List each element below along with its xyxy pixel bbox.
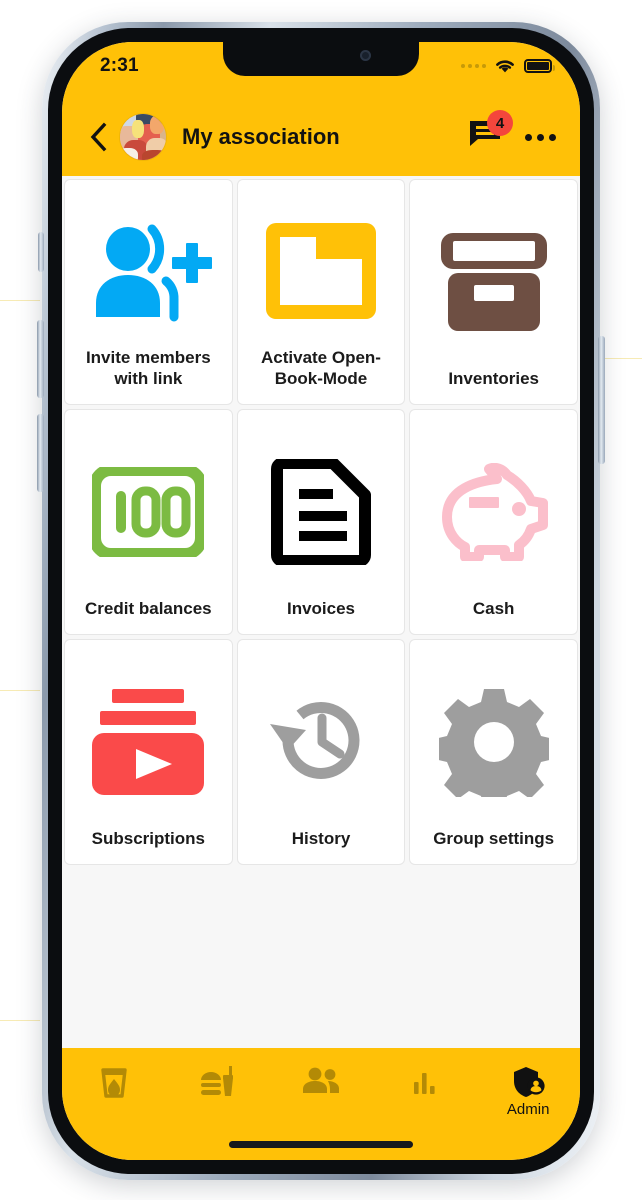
shield-person-icon — [514, 1067, 545, 1097]
tile-label: Cash — [472, 599, 515, 619]
tile-label: Inventories — [448, 369, 540, 389]
tile-inventories[interactable]: Inventories — [409, 179, 578, 405]
fast-food-icon — [201, 1066, 234, 1096]
nav-item-drinks[interactable] — [71, 1066, 157, 1103]
screenshot-stage: 2:31 My association 4 Invite members wit… — [0, 0, 642, 1200]
guide-line-right — [600, 358, 642, 359]
tile-invoices[interactable]: Invoices — [236, 409, 406, 635]
chat-button[interactable]: 4 — [468, 110, 513, 156]
power-button[interactable] — [598, 336, 605, 464]
volume-down-button[interactable] — [37, 414, 44, 492]
phone-screen: 2:31 My association 4 Invite members wit… — [62, 42, 580, 1160]
document-lines-icon — [246, 426, 397, 598]
guide-line-low — [0, 1020, 40, 1021]
tile-invite-members[interactable]: Invite members with link — [64, 179, 233, 405]
gear-icon — [418, 656, 569, 828]
page-title: My association — [182, 124, 340, 149]
tile-credit-balances[interactable]: Credit balances — [64, 409, 233, 635]
bar-chart-icon — [413, 1073, 435, 1094]
archive-box-icon — [418, 196, 569, 368]
tile-label: Invoices — [286, 599, 356, 619]
tile-subscriptions[interactable]: Subscriptions — [64, 639, 233, 865]
nav-item-admin[interactable]: Admin — [485, 1066, 571, 1118]
people-icon — [302, 1067, 339, 1093]
tile-history[interactable]: History — [236, 639, 406, 865]
status-indicators — [461, 58, 555, 74]
display-notch — [223, 42, 419, 76]
status-bar: 2:31 — [62, 42, 580, 98]
tile-label: History — [291, 829, 351, 849]
more-horizontal-icon — [524, 133, 532, 141]
main-content: Invite members with link Activate Open-B… — [62, 176, 580, 1048]
volume-up-button[interactable] — [37, 320, 44, 398]
overflow-menu-button[interactable] — [522, 119, 558, 155]
open-folder-icon — [246, 196, 397, 347]
tile-open-book-mode[interactable]: Activate Open-Book-Mode — [236, 179, 406, 405]
wifi-icon — [496, 60, 514, 73]
nav-item-food[interactable] — [174, 1066, 260, 1103]
guide-line-top — [0, 300, 40, 301]
avatar[interactable] — [120, 114, 166, 160]
front-camera-icon — [360, 50, 371, 61]
bottom-navigation: Admin — [62, 1048, 580, 1160]
tile-label: Subscriptions — [91, 829, 205, 849]
signal-dots-icon — [461, 64, 486, 68]
guide-line-mid — [0, 690, 40, 691]
status-clock: 2:31 — [100, 55, 139, 76]
tile-label: Credit balances — [85, 599, 212, 619]
tile-label: Group settings — [433, 829, 555, 849]
video-play-icon — [73, 656, 224, 828]
person-add-icon — [73, 196, 224, 347]
piggy-bank-icon — [418, 426, 569, 598]
tile-label: Activate Open-Book-Mode — [261, 347, 381, 389]
banknote-100-icon — [73, 426, 224, 598]
app-bar: My association 4 — [62, 98, 580, 176]
chat-badge: 4 — [487, 110, 513, 136]
tile-label: Invite members with link — [85, 347, 211, 389]
action-tile-grid: Invite members with link Activate Open-B… — [64, 179, 578, 865]
chevron-left-icon — [90, 122, 107, 152]
tile-group-settings[interactable]: Group settings — [409, 639, 578, 865]
nav-label: Admin — [506, 1101, 550, 1118]
nav-item-statistics[interactable] — [382, 1066, 468, 1099]
mute-switch-button[interactable] — [38, 232, 44, 272]
nav-item-members[interactable] — [278, 1066, 364, 1099]
drink-glass-icon — [101, 1068, 127, 1098]
tile-cash[interactable]: Cash — [409, 409, 578, 635]
home-indicator[interactable] — [229, 1141, 413, 1148]
battery-full-icon — [524, 59, 555, 73]
back-button[interactable] — [84, 120, 112, 154]
history-clock-icon — [246, 656, 397, 828]
